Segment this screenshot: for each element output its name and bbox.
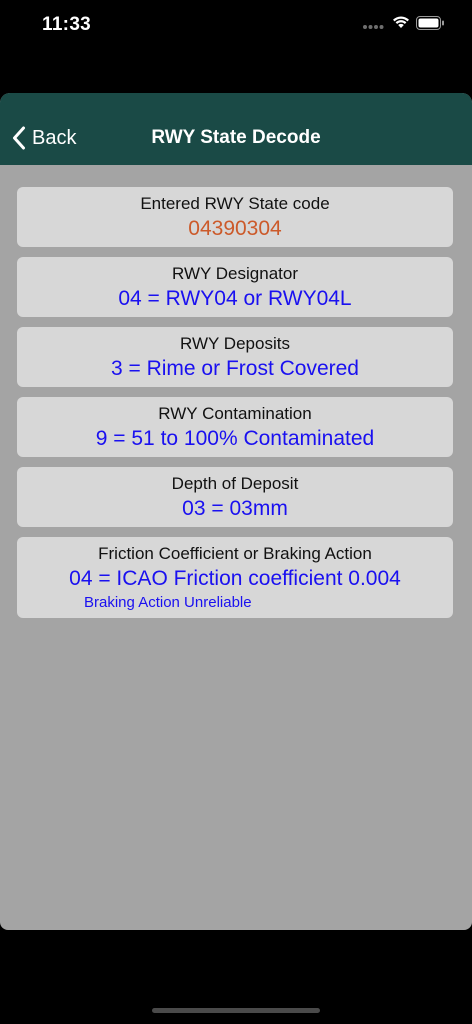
status-bar: 11:33 — [0, 0, 472, 54]
depth-of-deposit-card: Depth of Deposit 03 = 03mm — [17, 467, 453, 527]
depth-of-deposit-value: 03 = 03mm — [182, 497, 288, 520]
home-indicator — [152, 1008, 320, 1013]
braking-action-note: Braking Action Unreliable — [84, 594, 252, 611]
battery-icon — [416, 16, 444, 30]
rwy-contamination-card: RWY Contamination 9 = 51 to 100% Contami… — [17, 397, 453, 457]
rwy-designator-card: RWY Designator 04 = RWY04 or RWY04L — [17, 257, 453, 317]
rwy-deposits-card: RWY Deposits 3 = Rime or Frost Covered — [17, 327, 453, 387]
status-time: 11:33 — [42, 14, 92, 35]
card-title: Friction Coefficient or Braking Action — [98, 544, 372, 563]
friction-coefficient-card: Friction Coefficient or Braking Action 0… — [17, 537, 453, 618]
card-title: Entered RWY State code — [140, 194, 330, 213]
card-title: RWY Contamination — [158, 404, 312, 423]
entered-code-value: 04390304 — [188, 217, 282, 240]
back-button[interactable]: Back — [12, 123, 76, 153]
back-label: Back — [32, 126, 77, 149]
friction-coefficient-value: 04 = ICAO Friction coefficient 0.004 — [69, 567, 401, 590]
entered-code-card: Entered RWY State code 04390304 — [17, 187, 453, 247]
screen: 11:33 Back RWY State Decode Entered RWY … — [0, 0, 472, 1024]
navigation-bar: Back RWY State Decode — [0, 93, 472, 165]
decode-sheet: Back RWY State Decode Entered RWY State … — [0, 93, 472, 930]
decode-list: Entered RWY State code 04390304 RWY Desi… — [17, 187, 453, 628]
card-title: Depth of Deposit — [171, 474, 299, 493]
card-title: RWY Designator — [172, 264, 298, 283]
rwy-contamination-value: 9 = 51 to 100% Contaminated — [95, 427, 375, 450]
rwy-deposits-value: 3 = Rime or Frost Covered — [110, 357, 359, 380]
chevron-left-icon — [13, 126, 25, 150]
wifi-icon — [393, 16, 409, 28]
rwy-designator-value: 04 = RWY04 or RWY04L — [118, 287, 352, 310]
cellular-signal-icon — [363, 25, 384, 29]
card-title: RWY Deposits — [180, 334, 290, 353]
